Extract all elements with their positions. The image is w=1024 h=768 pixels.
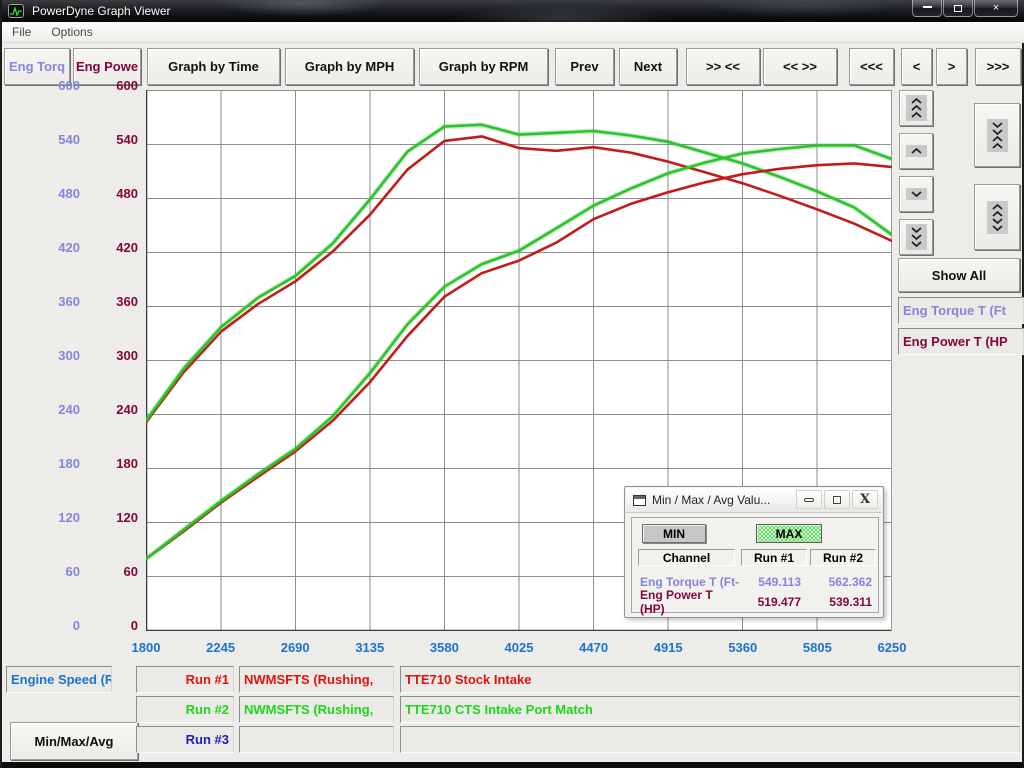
minmax-header-channel: Channel bbox=[638, 549, 735, 566]
title-bar: PowerDyne Graph Viewer × bbox=[2, 0, 1024, 22]
minmax-window-icon bbox=[633, 495, 646, 506]
minmax-row-run2-value: 539.311 bbox=[810, 594, 872, 609]
x-tick-2245: 2245 bbox=[190, 640, 252, 656]
minmax-window: Min / Max / Avg Valu... X MIN MAX Channe… bbox=[624, 486, 884, 618]
x-tick-5805: 5805 bbox=[786, 640, 848, 656]
run-comment-1: TTE710 Stock Intake bbox=[400, 666, 1020, 693]
minmax-row-channel: Eng Power T (HP) bbox=[640, 594, 740, 609]
x-tick-4915: 4915 bbox=[637, 640, 699, 656]
x-axis-channel-box: Engine Speed (RI bbox=[6, 666, 112, 693]
scroll-up-fast-icon bbox=[906, 95, 927, 121]
maximize-button[interactable] bbox=[943, 0, 973, 17]
minmax-titlebar[interactable]: Min / Max / Avg Valu... X bbox=[626, 488, 882, 513]
x-tick-5360: 5360 bbox=[712, 640, 774, 656]
channel-box-torque: Eng Torque T (Ft bbox=[898, 297, 1024, 324]
x-tick-3135: 3135 bbox=[339, 640, 401, 656]
scroll-up-icon bbox=[906, 145, 927, 157]
y-tick-power-180: 180 bbox=[90, 456, 138, 472]
run-file-1: NWMSFTS (Rushing, bbox=[239, 666, 394, 693]
menu-bar: File Options bbox=[2, 22, 1024, 43]
button-scroll-up[interactable] bbox=[899, 133, 933, 169]
y-tick-power-600: 600 bbox=[90, 78, 138, 94]
toolbar-button-prev[interactable]: Prev bbox=[555, 48, 614, 85]
y-tick-power-240: 240 bbox=[90, 402, 138, 418]
menu-file[interactable]: File bbox=[2, 25, 41, 39]
minmax-close-icon[interactable]: X bbox=[852, 490, 878, 509]
minmax-avg-button[interactable]: Min/Max/Avg bbox=[10, 722, 138, 760]
y-tick-torque-420: 420 bbox=[32, 240, 80, 256]
x-tick-3580: 3580 bbox=[413, 640, 475, 656]
y-tick-power-0: 0 bbox=[90, 618, 138, 634]
run-comment-2: TTE710 CTS Intake Port Match bbox=[400, 696, 1020, 723]
y-tick-power-60: 60 bbox=[90, 564, 138, 580]
menu-options[interactable]: Options bbox=[41, 25, 102, 39]
window-title: PowerDyne Graph Viewer bbox=[32, 4, 171, 18]
run-file-3 bbox=[239, 726, 394, 753]
run-label-3: Run #3 bbox=[136, 726, 234, 753]
run-file-2: NWMSFTS (Rushing, bbox=[239, 696, 394, 723]
minimize-button[interactable] bbox=[912, 0, 942, 17]
y-tick-power-120: 120 bbox=[90, 510, 138, 526]
app-icon bbox=[8, 4, 24, 18]
scroll-down-fast-icon bbox=[906, 224, 927, 250]
zoom-out-vertical-icon bbox=[987, 201, 1008, 234]
minmax-header-run-1: Run #1 bbox=[741, 549, 807, 566]
button-scroll-up-fast[interactable] bbox=[899, 90, 933, 126]
y-tick-power-360: 360 bbox=[90, 294, 138, 310]
y-tick-power-300: 300 bbox=[90, 348, 138, 364]
toolbar-button-graph-by-rpm[interactable]: Graph by RPM bbox=[419, 48, 548, 85]
toolbar-button-forward[interactable]: > bbox=[936, 48, 967, 85]
min-toggle-button[interactable]: MIN bbox=[642, 524, 706, 543]
y-tick-power-480: 480 bbox=[90, 186, 138, 202]
x-tick-6250: 6250 bbox=[861, 640, 923, 656]
y-tick-torque-0: 0 bbox=[32, 618, 80, 634]
minmax-row-run1-value: 549.113 bbox=[741, 574, 801, 589]
run-comment-3 bbox=[400, 726, 1020, 753]
show-all-button[interactable]: Show All bbox=[898, 258, 1020, 292]
minmax-restore-icon[interactable] bbox=[824, 490, 850, 509]
run-label-1: Run #1 bbox=[136, 666, 234, 693]
y-tick-torque-540: 540 bbox=[32, 132, 80, 148]
button-scroll-down-fast[interactable] bbox=[899, 219, 933, 255]
minmax-minimize-icon[interactable] bbox=[796, 490, 822, 509]
y-tick-power-540: 540 bbox=[90, 132, 138, 148]
toolbar-button-sync-out[interactable]: << >> bbox=[763, 48, 837, 85]
y-tick-torque-480: 480 bbox=[32, 186, 80, 202]
toolbar-button-graph-by-time[interactable]: Graph by Time bbox=[147, 48, 280, 85]
window-frame-bottom bbox=[2, 762, 1024, 768]
x-tick-4470: 4470 bbox=[563, 640, 625, 656]
button-zoom-in-vertical[interactable] bbox=[974, 103, 1020, 167]
y-tick-torque-360: 360 bbox=[32, 294, 80, 310]
max-toggle-button[interactable]: MAX bbox=[756, 524, 822, 543]
toolbar-button-last[interactable]: >>> bbox=[975, 48, 1021, 85]
zoom-in-vertical-icon bbox=[987, 119, 1008, 152]
toolbar-button-sync-in[interactable]: >> << bbox=[686, 48, 760, 85]
minmax-header-run-2: Run #2 bbox=[810, 549, 876, 566]
button-zoom-out-vertical[interactable] bbox=[974, 184, 1020, 250]
x-tick-1800: 1800 bbox=[115, 640, 177, 656]
y-tick-torque-120: 120 bbox=[32, 510, 80, 526]
minmax-body: MIN MAX ChannelRun #1Run #2Eng Torque T … bbox=[631, 517, 879, 613]
minmax-row-run2-value: 562.362 bbox=[810, 574, 872, 589]
toolbar-button-back[interactable]: < bbox=[901, 48, 932, 85]
y-tick-torque-600: 600 bbox=[32, 78, 80, 94]
y-tick-torque-180: 180 bbox=[32, 456, 80, 472]
run-label-2: Run #2 bbox=[136, 696, 234, 723]
y-tick-torque-240: 240 bbox=[32, 402, 80, 418]
y-tick-torque-300: 300 bbox=[32, 348, 80, 364]
channel-box-power: Eng Power T (HP bbox=[898, 328, 1024, 355]
y-tick-power-420: 420 bbox=[90, 240, 138, 256]
toolbar-button-first[interactable]: <<< bbox=[849, 48, 894, 85]
toolbar-button-graph-by-mph[interactable]: Graph by MPH bbox=[285, 48, 414, 85]
minmax-row-run1-value: 519.477 bbox=[741, 594, 801, 609]
x-tick-4025: 4025 bbox=[488, 640, 550, 656]
close-button[interactable]: × bbox=[974, 0, 1018, 17]
x-tick-2690: 2690 bbox=[264, 640, 326, 656]
minmax-title: Min / Max / Avg Valu... bbox=[652, 493, 770, 507]
toolbar-button-next[interactable]: Next bbox=[619, 48, 677, 85]
scroll-down-icon bbox=[906, 188, 927, 200]
button-scroll-down[interactable] bbox=[899, 176, 933, 212]
y-tick-torque-60: 60 bbox=[32, 564, 80, 580]
